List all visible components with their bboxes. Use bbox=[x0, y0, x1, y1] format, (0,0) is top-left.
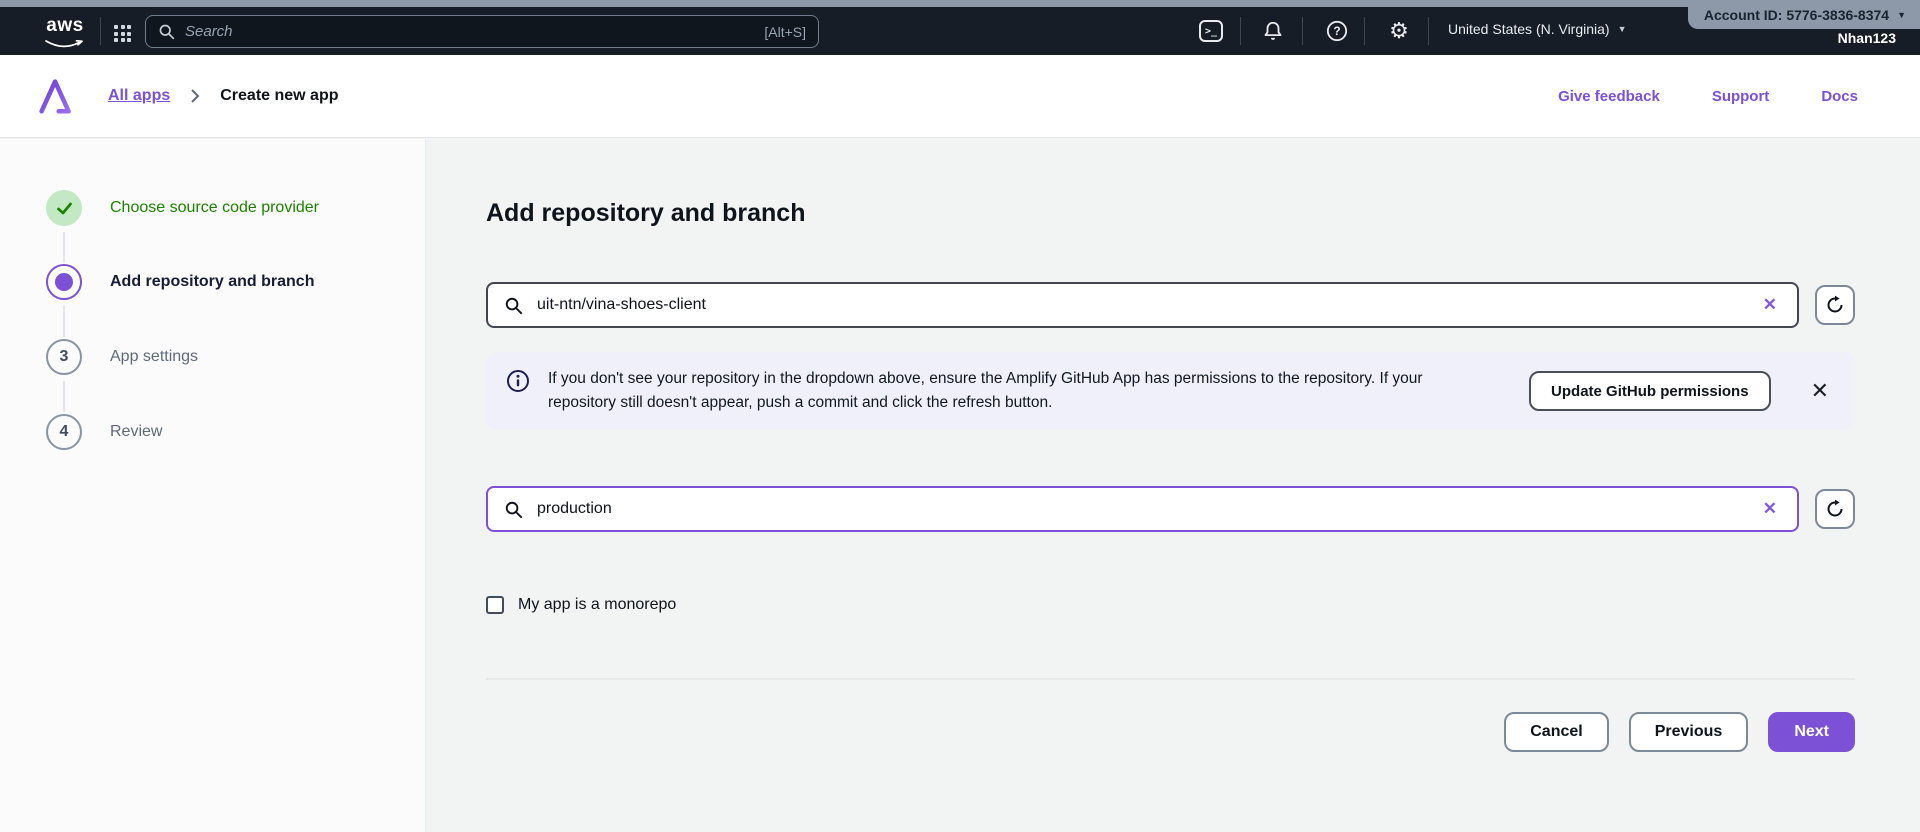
branch-select[interactable]: ✕ bbox=[486, 486, 1799, 532]
search-input[interactable] bbox=[185, 23, 755, 40]
step-number-circle: 3 bbox=[46, 339, 82, 375]
search-icon bbox=[159, 24, 175, 40]
top-strip bbox=[0, 0, 1920, 7]
cloudshell-button[interactable]: >_ bbox=[1196, 16, 1226, 46]
info-icon bbox=[507, 370, 529, 392]
breadcrumb: All apps Create new app bbox=[108, 87, 339, 105]
search-shortcut-hint: [Alt+S] bbox=[764, 23, 806, 40]
docs-link[interactable]: Docs bbox=[1821, 88, 1858, 105]
step-connector bbox=[63, 232, 65, 262]
aws-logo-text: aws bbox=[46, 15, 84, 36]
notifications-button[interactable] bbox=[1258, 16, 1288, 46]
nav-divider bbox=[1364, 17, 1365, 45]
chevron-right-icon bbox=[190, 88, 200, 104]
refresh-repositories-button[interactable] bbox=[1815, 285, 1855, 325]
search-icon bbox=[505, 501, 523, 518]
region-label: United States (N. Virginia) bbox=[1448, 21, 1610, 37]
wizard-step-1[interactable]: Choose source code provider bbox=[46, 190, 319, 226]
bell-icon bbox=[1264, 21, 1282, 40]
svg-text:?: ? bbox=[1333, 24, 1340, 38]
cloudshell-icon: >_ bbox=[1199, 20, 1223, 42]
support-link[interactable]: Support bbox=[1712, 88, 1770, 105]
repository-row: ✕ bbox=[486, 282, 1855, 328]
step-active-circle bbox=[46, 264, 82, 300]
aws-logo[interactable]: aws bbox=[38, 16, 92, 54]
repository-input[interactable] bbox=[537, 296, 1745, 314]
step-connector bbox=[63, 306, 65, 337]
clear-branch-icon[interactable]: ✕ bbox=[1759, 499, 1781, 519]
content-area: Choose source code provider Add reposito… bbox=[0, 139, 1920, 832]
username-menu[interactable]: Nhan123 bbox=[1838, 30, 1896, 46]
top-navigation-bar: aws [Alt+S] >_ ? ⚙ Uni bbox=[0, 7, 1920, 55]
previous-button[interactable]: Previous bbox=[1628, 712, 1749, 752]
nav-divider bbox=[100, 17, 101, 45]
wizard-step-3[interactable]: 3 App settings bbox=[46, 339, 198, 375]
gear-icon: ⚙ bbox=[1389, 18, 1409, 43]
repository-select[interactable]: ✕ bbox=[486, 282, 1799, 328]
settings-button[interactable]: ⚙ bbox=[1384, 16, 1414, 46]
footer-divider bbox=[486, 678, 1855, 680]
amplify-logo bbox=[39, 79, 71, 114]
breadcrumb-current: Create new app bbox=[220, 87, 339, 104]
services-grid-icon[interactable] bbox=[112, 23, 133, 44]
wizard-sidebar: Choose source code provider Add reposito… bbox=[0, 139, 426, 832]
app-header: All apps Create new app Give feedback Su… bbox=[0, 55, 1920, 138]
step-number-circle: 4 bbox=[46, 414, 82, 450]
refresh-icon bbox=[1827, 499, 1843, 517]
branch-input[interactable] bbox=[537, 500, 1745, 518]
check-icon bbox=[56, 202, 72, 214]
give-feedback-link[interactable]: Give feedback bbox=[1558, 88, 1660, 105]
breadcrumb-all-apps-link[interactable]: All apps bbox=[108, 87, 170, 105]
aws-smile-icon bbox=[45, 39, 83, 48]
github-permissions-alert: If you don't see your repository in the … bbox=[486, 352, 1855, 430]
step-label: App settings bbox=[110, 348, 199, 365]
monorepo-checkbox-label: My app is a monorepo bbox=[518, 596, 677, 613]
step-label: Review bbox=[110, 423, 163, 440]
step-label: Choose source code provider bbox=[110, 199, 320, 216]
global-search-bar[interactable]: [Alt+S] bbox=[145, 15, 819, 48]
step-connector bbox=[63, 381, 65, 412]
wizard-step-2[interactable]: Add repository and branch bbox=[46, 264, 314, 300]
refresh-icon bbox=[1827, 295, 1843, 313]
help-icon: ? bbox=[1326, 20, 1348, 42]
monorepo-checkbox[interactable] bbox=[486, 596, 504, 614]
search-icon bbox=[505, 297, 523, 314]
active-dot bbox=[55, 273, 73, 291]
clear-repository-icon[interactable]: ✕ bbox=[1759, 295, 1781, 315]
main-panel: Add repository and branch ✕ bbox=[426, 139, 1920, 832]
monorepo-row: My app is a monorepo bbox=[486, 596, 1855, 614]
wizard-step-4[interactable]: 4 Review bbox=[46, 414, 162, 450]
page-title: Add repository and branch bbox=[486, 199, 806, 227]
nav-divider bbox=[1240, 17, 1241, 45]
chevron-down-icon: ▼ bbox=[1617, 24, 1627, 34]
wizard-actions: Cancel Previous Next bbox=[486, 712, 1855, 752]
next-button[interactable]: Next bbox=[1768, 712, 1855, 752]
region-selector[interactable]: United States (N. Virginia) ▼ bbox=[1448, 21, 1627, 37]
cancel-button[interactable]: Cancel bbox=[1504, 712, 1609, 752]
nav-divider bbox=[1302, 17, 1303, 45]
nav-divider bbox=[1428, 17, 1429, 45]
step-complete-circle bbox=[46, 190, 82, 226]
chevron-down-icon: ▼ bbox=[1897, 9, 1906, 20]
help-button[interactable]: ? bbox=[1322, 16, 1352, 46]
branch-row: ✕ bbox=[486, 486, 1855, 532]
update-github-permissions-button[interactable]: Update GitHub permissions bbox=[1529, 371, 1771, 411]
alert-message: If you don't see your repository in the … bbox=[548, 370, 1423, 411]
account-id-tooltip[interactable]: Account ID: 5776-3836-8374 ▼ bbox=[1687, 0, 1920, 29]
account-id-label: Account ID: 5776-3836-8374 bbox=[1703, 6, 1890, 23]
header-links: Give feedback Support Docs bbox=[1558, 88, 1858, 105]
step-label: Add repository and branch bbox=[110, 273, 315, 290]
close-alert-icon[interactable]: ✕ bbox=[1811, 380, 1829, 402]
refresh-branches-button[interactable] bbox=[1815, 489, 1855, 529]
